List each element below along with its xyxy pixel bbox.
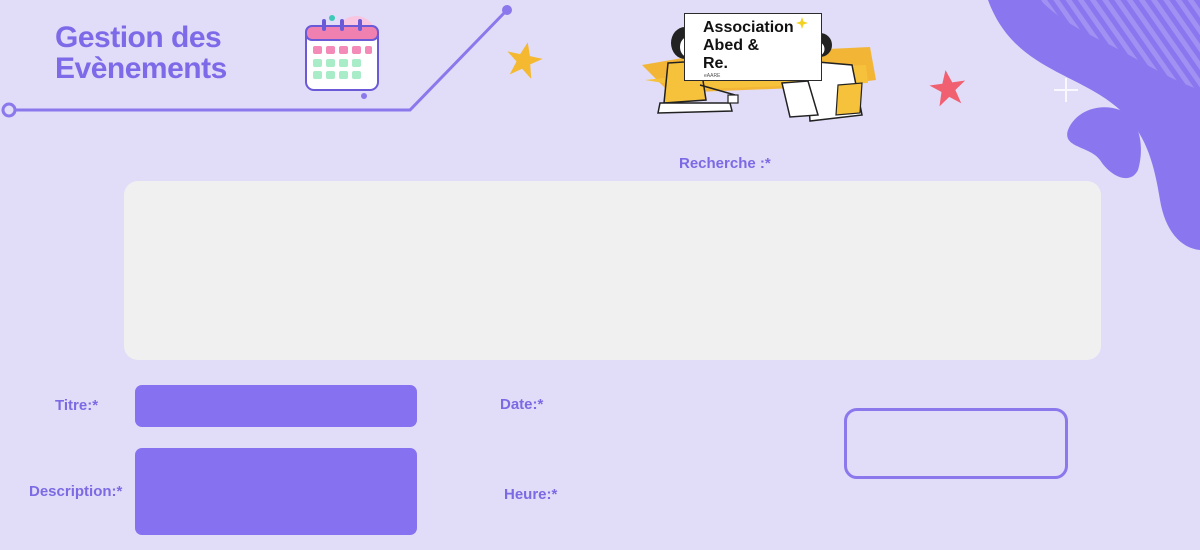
- logo-small-text: eAARE: [704, 73, 721, 79]
- logo-line2: Abed &: [703, 37, 759, 54]
- titre-label: Titre:*: [55, 397, 99, 414]
- page-title-line2: Evènements: [55, 52, 227, 85]
- description-input[interactable]: [135, 448, 417, 535]
- search-results-area[interactable]: [124, 181, 1101, 360]
- logo-line3: Re.: [703, 55, 728, 72]
- action-button[interactable]: [844, 408, 1068, 479]
- date-label: Date:*: [500, 396, 544, 413]
- star-icon: [507, 42, 543, 79]
- calendar-icon: [305, 15, 379, 99]
- description-label: Description:*: [29, 483, 123, 500]
- page-title: Gestion des Evènements: [55, 22, 285, 84]
- heure-label: Heure:*: [504, 486, 558, 503]
- page-title-line1: Gestion des: [55, 21, 222, 54]
- search-label: Recherche :*: [679, 155, 771, 172]
- star-icon: [929, 70, 966, 107]
- sparkle-icon: [796, 17, 808, 29]
- titre-input[interactable]: [135, 385, 417, 427]
